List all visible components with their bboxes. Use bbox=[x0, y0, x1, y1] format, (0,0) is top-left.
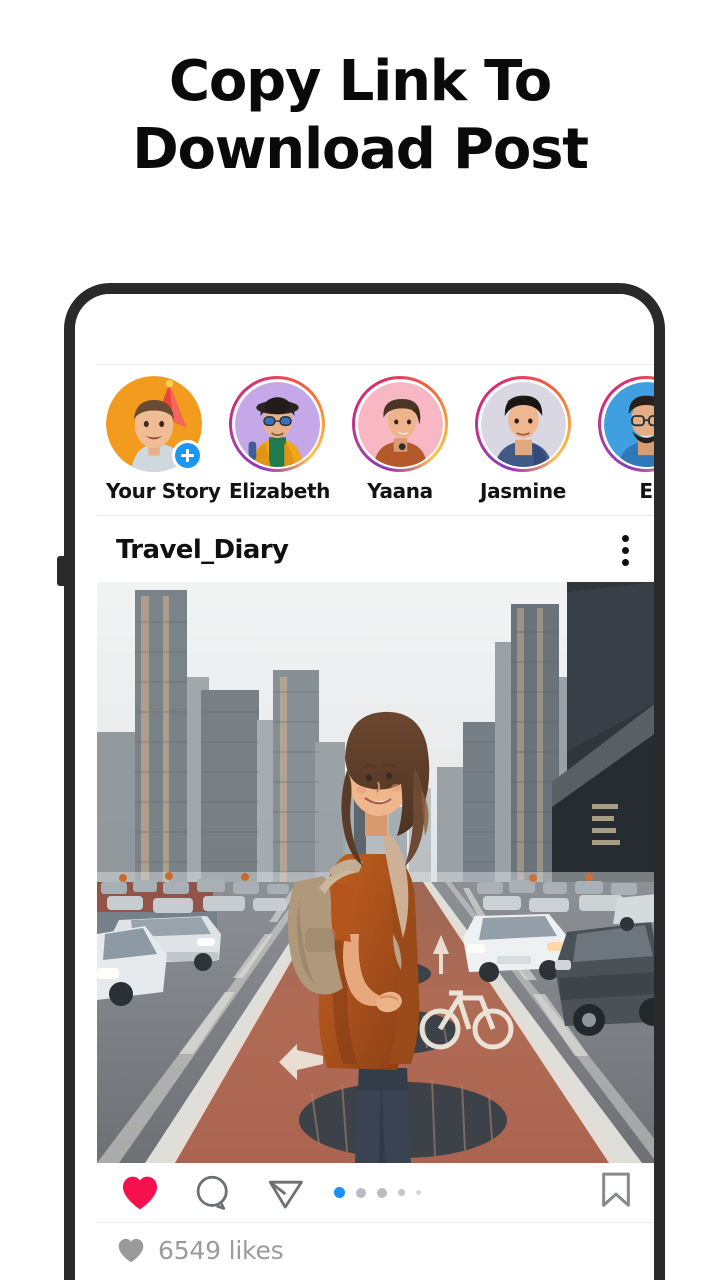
page-root: Copy Link To Download Post Your Story El… bbox=[0, 0, 720, 1280]
jasmine-avatar bbox=[480, 381, 566, 467]
post-action-bar bbox=[97, 1163, 654, 1223]
comment-glyph bbox=[196, 1175, 228, 1210]
story-label: Jasmine bbox=[480, 479, 566, 503]
kebab-menu-icon[interactable] bbox=[612, 529, 639, 572]
phone-mockup: Your Story Elizabeth Yaana Jasmine E Tra… bbox=[64, 283, 665, 1280]
bookmark-glyph bbox=[602, 1172, 630, 1207]
send-glyph bbox=[268, 1180, 303, 1208]
story-ring-your-story bbox=[106, 376, 203, 472]
story-item-jasmine[interactable]: Jasmine bbox=[475, 376, 571, 503]
page-title-line-1: Copy Link To bbox=[169, 49, 552, 114]
carousel-indicator bbox=[97, 1187, 654, 1198]
yaana-avatar bbox=[357, 381, 443, 467]
story-ring-inner bbox=[355, 379, 445, 469]
story-ring-elizabeth bbox=[229, 376, 325, 472]
add-story-button[interactable] bbox=[172, 440, 203, 471]
volume-button[interactable] bbox=[57, 556, 66, 586]
likes-count-label: 6549 likes bbox=[158, 1235, 284, 1265]
post-photo-illustration bbox=[97, 582, 654, 1163]
kebab-dot bbox=[622, 558, 629, 566]
carousel-dot[interactable] bbox=[415, 1190, 421, 1195]
eric-avatar bbox=[603, 381, 654, 467]
story-ring-inner bbox=[601, 379, 654, 469]
phone-screen: Your Story Elizabeth Yaana Jasmine E Tra… bbox=[75, 294, 654, 1280]
story-label: Elizabeth bbox=[229, 479, 331, 503]
page-title-line-2: Download Post bbox=[132, 117, 589, 183]
comment-icon[interactable] bbox=[187, 1172, 239, 1214]
elizabeth-avatar bbox=[234, 381, 320, 467]
story-item-yaana[interactable]: Yaana bbox=[352, 376, 448, 503]
heart-glyph bbox=[122, 1176, 158, 1209]
bookmark-icon[interactable] bbox=[593, 1168, 639, 1217]
likes-row[interactable]: 6549 likes bbox=[97, 1224, 654, 1276]
story-ring-inner bbox=[478, 379, 568, 469]
story-ring-inner bbox=[232, 379, 322, 469]
heart-icon[interactable] bbox=[114, 1172, 166, 1214]
story-label: E bbox=[639, 479, 653, 503]
story-item-your-story[interactable]: Your Story bbox=[106, 376, 221, 503]
post-username[interactable]: Travel_Diary bbox=[116, 535, 289, 565]
carousel-dot-active[interactable] bbox=[333, 1187, 345, 1198]
kebab-dot bbox=[622, 546, 629, 554]
story-label: Yaana bbox=[367, 479, 433, 503]
post-header: Travel_Diary bbox=[97, 518, 654, 582]
story-ring-eric bbox=[598, 376, 654, 472]
story-label: Your Story bbox=[106, 479, 221, 503]
carousel-dot[interactable] bbox=[355, 1187, 366, 1198]
story-ring-jasmine bbox=[475, 376, 571, 472]
post-photo[interactable] bbox=[97, 582, 654, 1163]
heart-filled-icon bbox=[118, 1238, 144, 1262]
carousel-dot[interactable] bbox=[397, 1189, 405, 1196]
story-item-elizabeth[interactable]: Elizabeth bbox=[229, 376, 331, 503]
carousel-dot[interactable] bbox=[376, 1187, 387, 1198]
stories-track: Your Story Elizabeth Yaana Jasmine E bbox=[97, 365, 654, 503]
story-item-eric[interactable]: E bbox=[598, 376, 654, 503]
kebab-dot bbox=[622, 534, 629, 542]
page-title: Copy Link To Download Post bbox=[0, 48, 720, 185]
send-icon[interactable] bbox=[260, 1172, 312, 1214]
stories-strip[interactable]: Your Story Elizabeth Yaana Jasmine E bbox=[97, 364, 654, 516]
story-ring-yaana bbox=[352, 376, 448, 472]
